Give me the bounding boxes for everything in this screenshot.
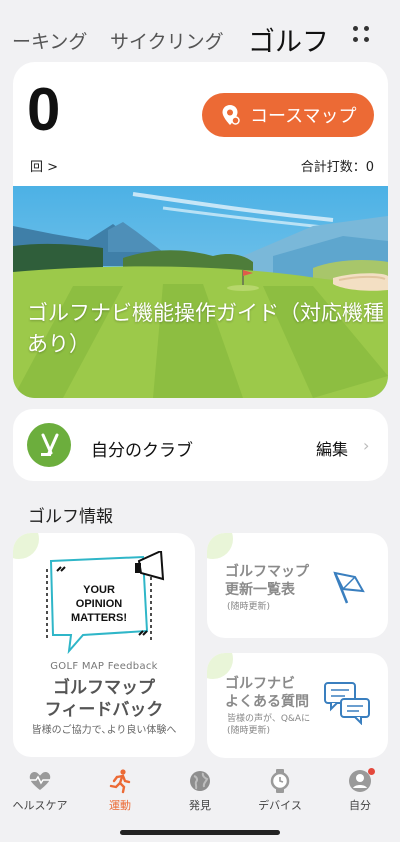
golf-summary-card: 0 コースマップ 回 > 合計打数：0 ゴルフナビ機能操作ガイド（対応機種あり）	[13, 62, 388, 398]
nav-me[interactable]: 自分	[320, 768, 400, 813]
feedback-title-line-2: フィードバック	[44, 700, 164, 720]
feedback-title: ゴルフマップ フィードバック	[13, 677, 195, 721]
corner-decoration	[207, 533, 233, 559]
home-indicator[interactable]	[120, 830, 280, 835]
nav-discover[interactable]: 発見	[160, 768, 240, 813]
banner-title: ゴルフナビ機能操作ガイド（対応機種あり）	[27, 301, 384, 356]
faq-note-line-2: (随時更新)	[227, 726, 271, 736]
nav-exercise[interactable]: 運動	[80, 768, 160, 813]
heart-pulse-icon	[29, 771, 51, 790]
badge-line-2: OPINION	[76, 598, 123, 610]
feedback-subtitle: GOLF MAP Feedback	[50, 661, 158, 672]
round-count[interactable]: 0	[27, 80, 60, 140]
update-list-title: ゴルフマップ 更新一覧表	[225, 563, 335, 599]
feedback-title-line-1: ゴルフマップ	[53, 678, 155, 698]
tab-golf[interactable]: ゴルフ	[248, 20, 329, 59]
golf-map-update-list-card[interactable]: ゴルフマップ 更新一覧表 (随時更新)	[207, 533, 388, 638]
update-list-title-line-1: ゴルフマップ	[225, 564, 309, 580]
golf-map-feedback-card[interactable]: YOUR OPINION MATTERS! GOLF MAP Feedback …	[13, 533, 195, 757]
golf-navi-guide-banner[interactable]: ゴルフナビ機能操作ガイド（対応機種あり）	[13, 186, 388, 398]
golf-course-illustration	[13, 186, 388, 398]
course-map-button[interactable]: コースマップ	[202, 93, 374, 137]
more-options-icon[interactable]	[349, 22, 373, 46]
my-clubs-row[interactable]: 自分のクラブ 編集 ›	[13, 409, 388, 481]
corner-decoration	[13, 533, 39, 559]
globe-icon	[190, 771, 210, 791]
my-clubs-label: 自分のクラブ	[91, 441, 193, 461]
badge-line-1: YOUR	[83, 584, 115, 596]
nav-me-label: 自分	[349, 799, 371, 812]
feedback-note: 皆様のご協力で､より良い体験へ	[31, 725, 177, 736]
watch-icon	[270, 769, 290, 793]
runner-icon	[109, 769, 131, 794]
course-map-label: コースマップ	[250, 106, 357, 127]
nav-health[interactable]: ヘルスケア	[0, 768, 80, 813]
flag-list-icon	[333, 571, 365, 604]
golf-club-icon	[27, 423, 71, 467]
update-list-note: (随時更新)	[227, 602, 271, 612]
opinion-speech-bubble-icon: YOUR OPINION MATTERS!	[46, 551, 165, 655]
badge-line-3: MATTERS!	[71, 612, 127, 624]
nav-devices-label: デバイス	[258, 799, 302, 812]
notification-dot	[368, 768, 375, 775]
round-count-unit-link[interactable]: 回 >	[30, 156, 58, 175]
golf-navi-faq-card[interactable]: ゴルフナビ よくある質問 皆様の声が、Q&Aに (随時更新)	[207, 653, 388, 758]
top-tab-bar: ーキング サイクリング ゴルフ	[0, 0, 400, 62]
tab-cycling[interactable]: サイクリング	[110, 27, 224, 54]
map-pin-icon	[222, 105, 240, 125]
chevron-right-icon: ›	[363, 436, 370, 455]
update-list-title-line-2: 更新一覧表	[225, 582, 295, 598]
faq-title-line-1: ゴルフナビ	[225, 676, 295, 692]
faq-note-line-1: 皆様の声が、Q&Aに	[227, 714, 311, 724]
chat-bubbles-icon	[324, 682, 370, 725]
nav-devices[interactable]: デバイス	[240, 768, 320, 813]
faq-title: ゴルフナビ よくある質問	[225, 675, 335, 711]
nav-discover-label: 発見	[189, 799, 211, 812]
faq-note: 皆様の声が、Q&Aに (随時更新)	[227, 713, 310, 737]
total-strokes: 合計打数：0	[300, 160, 374, 175]
faq-title-line-2: よくある質問	[225, 694, 309, 710]
tab-running[interactable]: ーキング	[12, 27, 87, 54]
nav-health-label: ヘルスケア	[12, 799, 68, 812]
nav-exercise-label: 運動	[109, 799, 131, 812]
edit-clubs-button[interactable]: 編集	[316, 436, 348, 460]
golf-info-section-title: ゴルフ情報	[28, 507, 113, 527]
